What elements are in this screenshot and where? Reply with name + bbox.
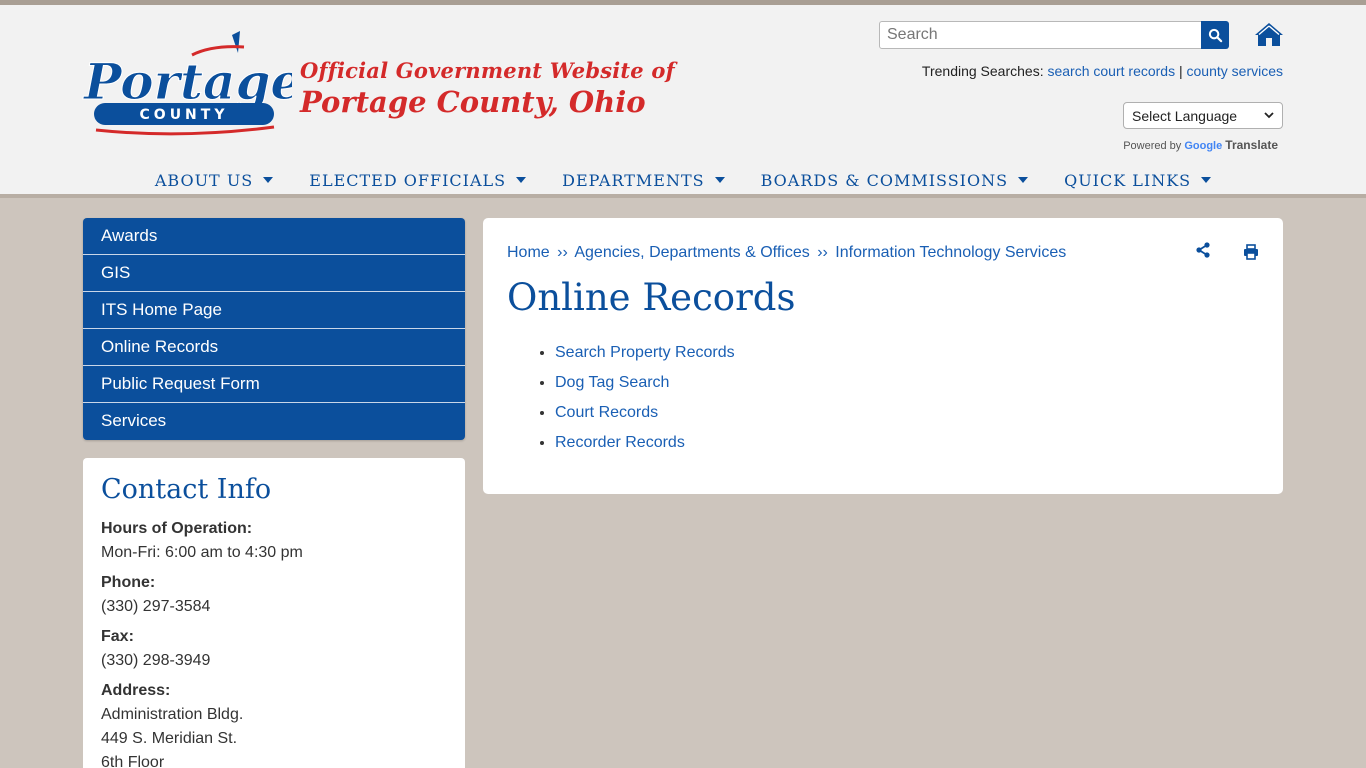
- main-nav: ABOUT US ELECTED OFFICIALS DEPARTMENTS B…: [0, 165, 1366, 195]
- nav-departments[interactable]: DEPARTMENTS: [544, 165, 743, 195]
- language-select-value: Select Language: [1132, 107, 1238, 124]
- nav-about-us[interactable]: ABOUT US: [137, 165, 291, 195]
- trending-link-court-records[interactable]: search court records: [1047, 63, 1175, 79]
- sidebar-item-gis[interactable]: GIS: [83, 255, 465, 292]
- logo-wordmark: Portage: [82, 52, 292, 111]
- contact-info-panel: Contact Info Hours of Operation: Mon-Fri…: [83, 458, 465, 768]
- sidebar-item-online-records[interactable]: Online Records: [83, 329, 465, 366]
- language-select[interactable]: Select Language: [1123, 102, 1283, 129]
- print-button[interactable]: [1243, 244, 1259, 260]
- trending-label: Trending Searches:: [921, 63, 1044, 79]
- address-line-3: 6th Floor: [101, 754, 165, 768]
- sidebar-item-its-home-page[interactable]: ITS Home Page: [83, 292, 465, 329]
- sidebar-item-services[interactable]: Services: [83, 403, 465, 440]
- list-item: Court Records: [555, 398, 735, 428]
- caret-down-icon: [516, 177, 527, 183]
- print-icon: [1244, 244, 1258, 260]
- trending-link-county-services[interactable]: county services: [1187, 63, 1283, 79]
- records-list: Search Property Records Dog Tag Search C…: [555, 338, 735, 458]
- sidebar-item-awards[interactable]: Awards: [83, 218, 465, 255]
- hours-value: Mon-Fri: 6:00 am to 4:30 pm: [101, 544, 303, 561]
- share-icon: [1196, 242, 1210, 258]
- breadcrumb-separator: ››: [817, 244, 828, 261]
- portage-county-logo[interactable]: Portage COUNTY: [82, 27, 303, 143]
- breadcrumb-agencies[interactable]: Agencies, Departments & Offices: [574, 244, 809, 261]
- google-logo: Google: [1184, 140, 1223, 152]
- sidebar-menu: Awards GIS ITS Home Page Online Records …: [83, 218, 465, 440]
- list-item: Recorder Records: [555, 428, 735, 458]
- search-button[interactable]: [1201, 21, 1229, 49]
- fax-value: (330) 298-3949: [101, 652, 211, 669]
- list-item: Dog Tag Search: [555, 368, 735, 398]
- breadcrumb-its[interactable]: Information Technology Services: [835, 244, 1066, 261]
- search-input[interactable]: [879, 21, 1202, 49]
- main-content: Home ›› Agencies, Departments & Offices …: [483, 218, 1283, 494]
- search-icon: [1208, 28, 1222, 42]
- share-button[interactable]: [1195, 242, 1211, 258]
- home-icon: [1255, 23, 1283, 46]
- link-recorder-records[interactable]: Recorder Records: [555, 434, 685, 451]
- sidebar-item-public-request-form[interactable]: Public Request Form: [83, 366, 465, 403]
- link-court-records[interactable]: Court Records: [555, 404, 658, 421]
- nav-quick-links[interactable]: QUICK LINKS: [1046, 165, 1229, 195]
- address-line-2: 449 S. Meridian St.: [101, 730, 238, 747]
- google-translate-attribution: Powered by Google Translate: [1123, 138, 1278, 152]
- nav-boards-commissions[interactable]: BOARDS & COMMISSIONS: [743, 165, 1046, 195]
- caret-down-icon: [1018, 177, 1029, 183]
- address-label: Address:: [101, 682, 171, 699]
- site-header: Portage COUNTY Official Government Websi…: [0, 0, 1366, 198]
- home-button[interactable]: [1254, 20, 1284, 48]
- phone-value[interactable]: (330) 297-3584: [101, 595, 447, 619]
- caret-down-icon: [263, 177, 274, 183]
- list-item: Search Property Records: [555, 338, 735, 368]
- contact-info-title: Contact Info: [101, 474, 272, 505]
- logo-county-text: COUNTY: [140, 107, 229, 123]
- trending-searches: Trending Searches: search court records …: [922, 63, 1283, 79]
- breadcrumb: Home ›› Agencies, Departments & Offices …: [507, 244, 1066, 262]
- chevron-down-icon: [1264, 112, 1274, 119]
- breadcrumb-home[interactable]: Home: [507, 244, 550, 261]
- address-line-1: Administration Bldg.: [101, 706, 244, 723]
- phone-label: Phone:: [101, 574, 156, 591]
- tagline-county: Portage County, Ohio: [300, 85, 646, 119]
- hours-label: Hours of Operation:: [101, 520, 253, 537]
- page-title: Online Records: [507, 276, 796, 319]
- fax-label: Fax:: [101, 628, 134, 645]
- breadcrumb-separator: ››: [557, 244, 568, 261]
- link-search-property-records[interactable]: Search Property Records: [555, 344, 735, 361]
- link-dog-tag-search[interactable]: Dog Tag Search: [555, 374, 669, 391]
- caret-down-icon: [714, 177, 725, 183]
- nav-elected-officials[interactable]: ELECTED OFFICIALS: [291, 165, 544, 195]
- translate-link[interactable]: Translate: [1225, 138, 1278, 152]
- tagline-official: Official Government Website of: [300, 58, 675, 83]
- trending-separator: |: [1178, 63, 1183, 79]
- caret-down-icon: [1201, 177, 1212, 183]
- powered-by-label: Powered by: [1123, 140, 1182, 152]
